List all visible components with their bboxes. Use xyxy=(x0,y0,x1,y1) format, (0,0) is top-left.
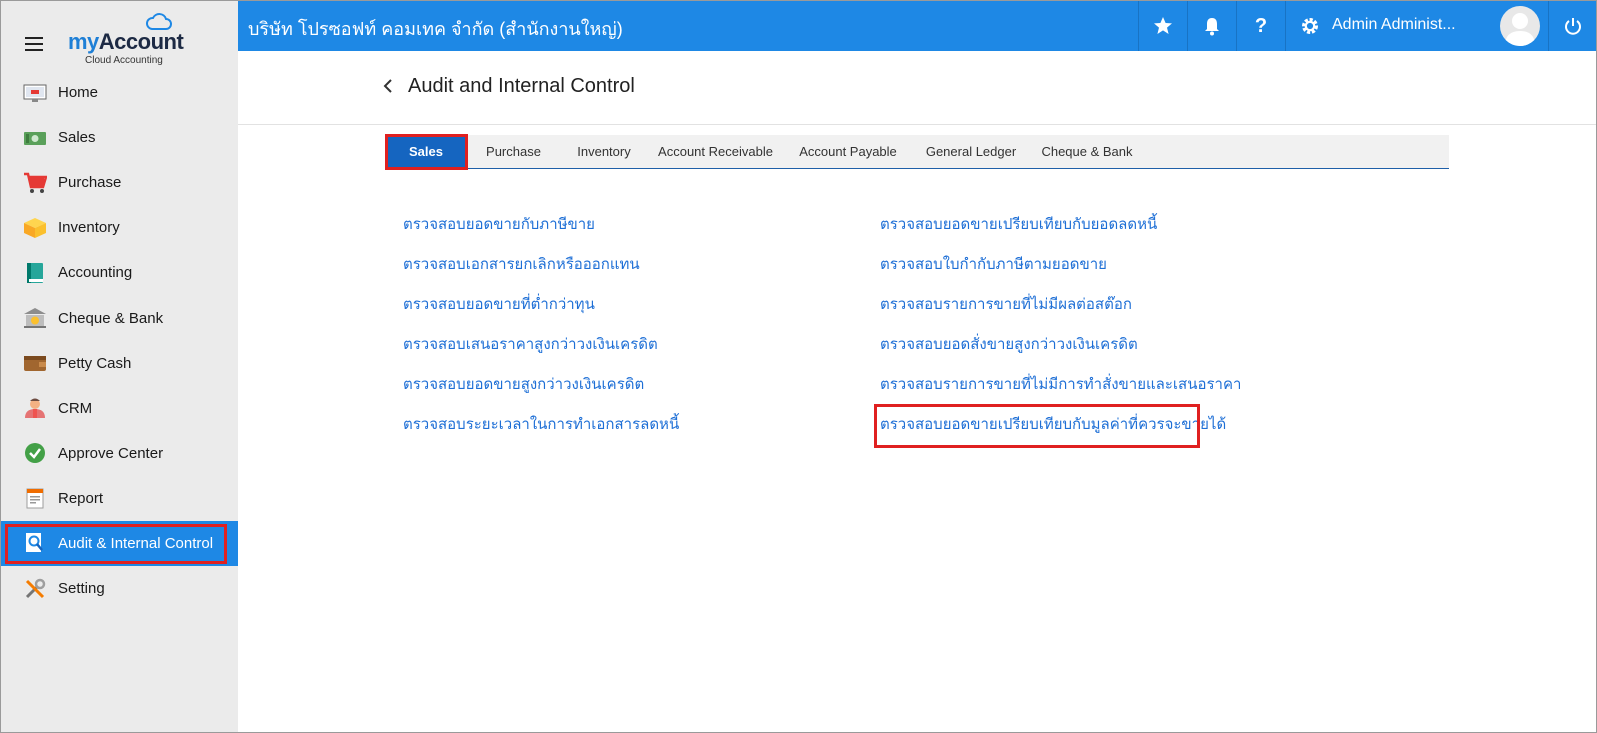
sidebar-item-label: Inventory xyxy=(58,219,120,237)
link-tax-invoice-by-sales[interactable]: ตรวจสอบใบกำกับภาษีตามยอดขาย xyxy=(880,252,1107,276)
sidebar-nav: Home Sales Purchase Inventory Accounting xyxy=(1,70,238,611)
book-icon xyxy=(23,261,47,285)
avatar[interactable] xyxy=(1500,6,1540,46)
back-chevron-icon[interactable] xyxy=(381,77,395,95)
question-icon: ? xyxy=(1254,14,1268,37)
notifications-button[interactable] xyxy=(1187,1,1236,51)
tab-account-payable[interactable]: Account Payable xyxy=(784,135,912,168)
help-button[interactable]: ? xyxy=(1236,1,1285,51)
sidebar-item-label: Audit & Internal Control xyxy=(58,534,214,552)
sales-icon xyxy=(23,126,47,150)
sidebar-item-petty-cash[interactable]: Petty Cash xyxy=(1,341,238,386)
logout-button[interactable] xyxy=(1548,1,1596,51)
link-credit-note-duration[interactable]: ตรวจสอบระยะเวลาในการทำเอกสารลดหนี้ xyxy=(403,412,679,436)
sidebar-item-label: Petty Cash xyxy=(58,354,132,372)
logo-text: myAccount xyxy=(68,29,184,54)
sidebar-item-report[interactable]: Report xyxy=(1,476,238,521)
page-title: Audit and Internal Control xyxy=(408,75,635,97)
box-icon xyxy=(23,216,47,240)
tab-account-receivable[interactable]: Account Receivable xyxy=(647,135,784,168)
header-divider xyxy=(1316,1,1317,51)
tab-bar: Sales Purchase Inventory Account Receiva… xyxy=(385,134,1449,170)
link-sales-order-over-credit[interactable]: ตรวจสอบยอดสั่งขายสูงกว่าวงเงินเครดิต xyxy=(880,332,1138,356)
audit-icon xyxy=(23,531,47,555)
tab-purchase[interactable]: Purchase xyxy=(466,135,561,168)
power-icon xyxy=(1564,18,1581,35)
brand-area: myAccount Cloud Accounting xyxy=(1,1,238,69)
sidebar-item-label: Home xyxy=(58,84,99,102)
report-icon xyxy=(23,486,47,510)
bell-icon xyxy=(1205,18,1219,36)
hamburger-menu-icon[interactable] xyxy=(25,37,43,51)
link-sales-vs-credit-notes[interactable]: ตรวจสอบยอดขายเปรียบเทียบกับยอดลดหนี้ xyxy=(880,212,1157,236)
link-sales-over-credit[interactable]: ตรวจสอบยอดขายสูงกว่าวงเงินเครดิต xyxy=(403,372,644,396)
top-header: บริษัท โปรซอฟท์ คอมเทค จำกัด (สำนักงานให… xyxy=(238,1,1596,51)
star-icon xyxy=(1154,17,1172,34)
sidebar-item-purchase[interactable]: Purchase xyxy=(1,160,238,205)
link-sales-below-cost[interactable]: ตรวจสอบยอดขายที่ต่ำกว่าทุน xyxy=(403,292,595,316)
sidebar-item-approve-center[interactable]: Approve Center xyxy=(1,431,238,476)
gear-icon xyxy=(1302,18,1318,34)
sidebar-item-label: Report xyxy=(58,489,104,507)
wallet-icon xyxy=(23,351,47,375)
link-sales-without-order-quotation[interactable]: ตรวจสอบรายการขายที่ไม่มีการทำสั่งขายและเ… xyxy=(880,372,1241,396)
logo-subtitle: Cloud Accounting xyxy=(85,55,163,66)
people-icon xyxy=(23,396,47,420)
page-header: Audit and Internal Control xyxy=(238,51,1596,125)
link-sales-vs-expected-value[interactable]: ตรวจสอบยอดขายเปรียบเทียบกับมูลค่าที่ควรจ… xyxy=(880,412,1226,436)
company-name: บริษัท โปรซอฟท์ คอมเทค จำกัด (สำนักงานให… xyxy=(248,19,623,39)
tab-cheque-bank[interactable]: Cheque & Bank xyxy=(1030,135,1144,168)
logo[interactable]: myAccount Cloud Accounting xyxy=(68,13,188,66)
sidebar-item-label: Sales xyxy=(58,129,96,147)
bank-icon xyxy=(23,306,47,330)
sidebar-item-label: Accounting xyxy=(58,264,133,282)
tab-sales[interactable]: Sales xyxy=(386,135,466,168)
tools-icon xyxy=(23,577,47,601)
sidebar-item-label: Cheque & Bank xyxy=(58,309,164,327)
link-sales-vs-output-tax[interactable]: ตรวจสอบยอดขายกับภาษีขาย xyxy=(403,212,595,236)
sidebar-item-inventory[interactable]: Inventory xyxy=(1,205,238,250)
link-sales-no-stock-effect[interactable]: ตรวจสอบรายการขายที่ไม่มีผลต่อสต๊อก xyxy=(880,292,1132,316)
sidebar-item-label: Approve Center xyxy=(58,444,164,462)
sidebar-item-setting[interactable]: Setting xyxy=(1,566,238,611)
sidebar-item-crm[interactable]: CRM xyxy=(1,386,238,431)
user-name[interactable]: Admin Administ... xyxy=(1332,16,1456,34)
link-cancelled-replaced-docs[interactable]: ตรวจสอบเอกสารยกเลิกหรือออกแทน xyxy=(403,252,640,276)
sidebar: myAccount Cloud Accounting Home Sales Pu… xyxy=(1,1,238,732)
sidebar-item-cheque-bank[interactable]: Cheque & Bank xyxy=(1,295,238,340)
settings-button[interactable] xyxy=(1285,1,1334,51)
check-icon xyxy=(23,441,47,465)
cart-icon xyxy=(23,171,47,195)
favorites-button[interactable] xyxy=(1138,1,1187,51)
sidebar-item-home[interactable]: Home xyxy=(1,70,238,115)
sidebar-item-accounting[interactable]: Accounting xyxy=(1,250,238,295)
sidebar-item-label: Purchase xyxy=(58,174,122,192)
sidebar-item-label: CRM xyxy=(58,399,93,417)
tab-general-ledger[interactable]: General Ledger xyxy=(912,135,1030,168)
sidebar-item-audit-internal-control[interactable]: Audit & Internal Control xyxy=(1,520,238,567)
sidebar-item-sales[interactable]: Sales xyxy=(1,115,238,160)
tab-inventory[interactable]: Inventory xyxy=(561,135,647,168)
link-quotation-over-credit[interactable]: ตรวจสอบเสนอราคาสูงกว่าวงเงินเครดิต xyxy=(403,332,658,356)
sidebar-item-label: Setting xyxy=(58,580,105,598)
home-icon xyxy=(23,81,47,105)
